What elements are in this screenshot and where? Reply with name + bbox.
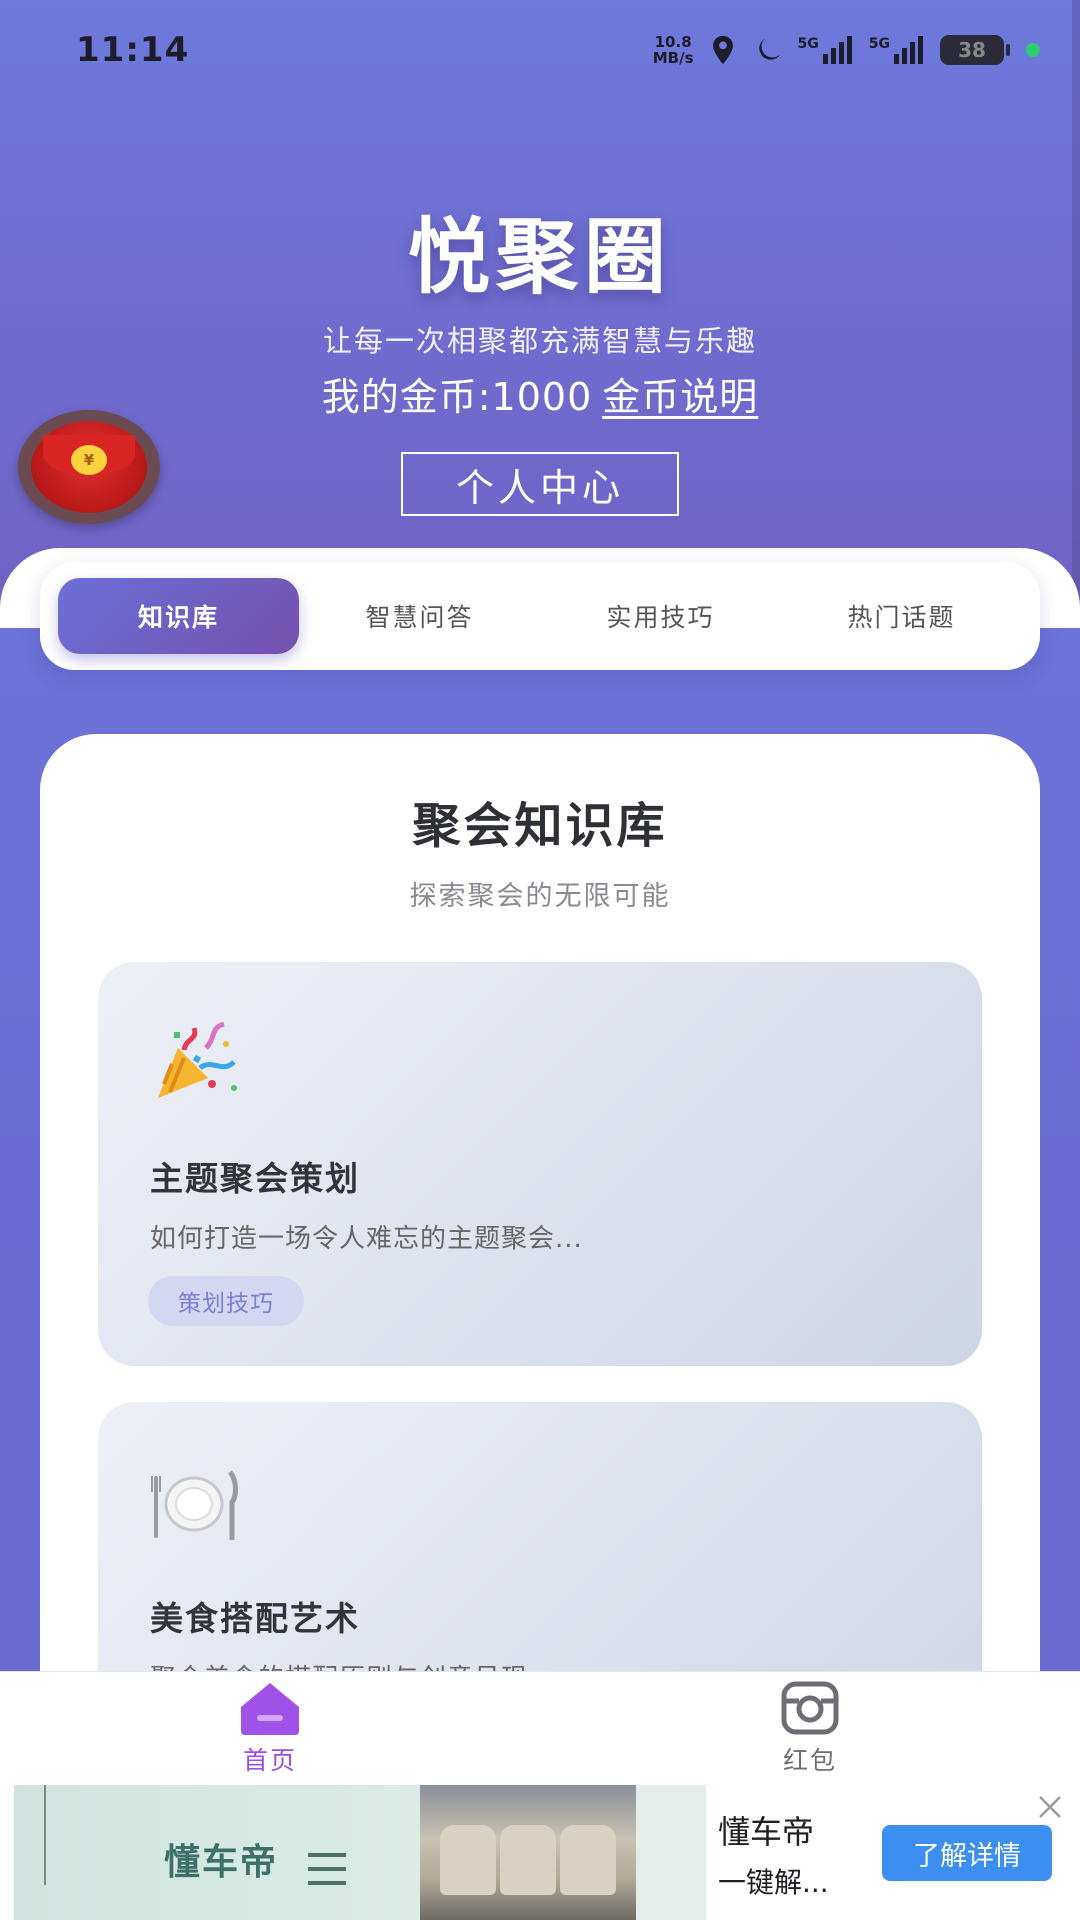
- battery-icon: 38: [940, 35, 1010, 65]
- ad-description: 一键解...: [718, 1866, 829, 1899]
- menu-icon: [308, 1853, 346, 1885]
- tab-knowledge-base[interactable]: 知识库: [58, 578, 299, 654]
- location-icon: [712, 35, 733, 65]
- moon-icon: [758, 38, 780, 60]
- ad-image-edge: [636, 1785, 706, 1920]
- close-icon[interactable]: [1036, 1793, 1064, 1821]
- signal-2-icon: 5G: [869, 36, 928, 64]
- signal-1-icon: 5G: [798, 36, 857, 64]
- signal-1-label: 5G: [797, 36, 819, 52]
- status-icons: 10.8 MB/s 5G 5G 38: [653, 33, 1040, 67]
- section-subtitle: 探索聚会的无限可能: [409, 881, 671, 912]
- tab-practical-tips[interactable]: 实用技巧: [540, 578, 781, 654]
- signal-2-label: 5G: [868, 36, 890, 52]
- car-seat-shape: [500, 1825, 556, 1895]
- ad-left-brand: 懂车帝: [164, 1842, 279, 1883]
- card-description: 如何打造一场令人难忘的主题聚会...: [150, 1224, 583, 1254]
- car-seat-shape: [560, 1825, 616, 1895]
- coins-balance: 我的金币:1000 金币说明: [0, 366, 1080, 421]
- ad-divider: [44, 1785, 46, 1885]
- nav-item-red-packet[interactable]: 红包: [540, 1672, 1080, 1785]
- ad-banner[interactable]: 懂车帝 懂车帝 一键解... 了解详情: [0, 1785, 1080, 1920]
- tab-smart-qa[interactable]: 智慧问答: [299, 578, 540, 654]
- status-bar: 11:14 10.8 MB/s 5G 5G 38: [0, 0, 1080, 100]
- privacy-indicator-icon: [1026, 43, 1040, 57]
- battery-level: 38: [958, 38, 986, 62]
- yuan-coin-icon: ¥: [71, 445, 107, 475]
- red-envelope-icon: ¥: [31, 421, 147, 513]
- tab-bar: 知识库 智慧问答 实用技巧 热门话题: [40, 562, 1040, 670]
- section-title: 聚会知识库: [412, 798, 668, 854]
- app-title: 悦聚圈: [407, 210, 672, 305]
- signal-bars-icon: [894, 36, 923, 64]
- net-speed-value: 10.8: [654, 33, 692, 51]
- ad-brand: 懂车帝: [718, 1813, 815, 1851]
- nav-label-red-packet: 红包: [782, 1745, 837, 1775]
- camera-icon: [781, 1681, 839, 1734]
- ad-learn-more-button[interactable]: 了解详情: [882, 1825, 1052, 1881]
- nav-item-home[interactable]: 首页: [0, 1672, 540, 1785]
- home-icon: [241, 1682, 299, 1735]
- ad-left-panel: 懂车帝: [14, 1785, 420, 1920]
- bottom-navigation: 首页 红包: [0, 1671, 1080, 1785]
- party-popper-icon: [158, 1021, 237, 1098]
- status-time: 11:14: [76, 30, 190, 70]
- floating-red-packet-button[interactable]: ¥: [18, 410, 160, 524]
- net-speed-unit: MB/s: [652, 49, 694, 67]
- app-subtitle: 让每一次相聚都充满智慧与乐趣: [322, 324, 757, 358]
- car-seat-shape: [440, 1825, 496, 1895]
- network-speed: 10.8 MB/s: [653, 34, 694, 66]
- knowledge-card[interactable]: 主题聚会策划 如何打造一场令人难忘的主题聚会... 策划技巧: [98, 962, 982, 1366]
- plate-cutlery-icon: [151, 1470, 238, 1540]
- tab-hot-topics[interactable]: 热门话题: [781, 578, 1022, 654]
- nav-label-home: 首页: [242, 1745, 297, 1775]
- card-title: 主题聚会策划: [150, 1159, 360, 1198]
- signal-bars-icon: [822, 36, 852, 64]
- card-tag[interactable]: 策划技巧: [148, 1276, 304, 1326]
- card-title: 美食搭配艺术: [150, 1599, 360, 1638]
- profile-center-button[interactable]: 个人中心: [401, 452, 679, 516]
- coins-info-link[interactable]: 金币说明: [602, 375, 758, 419]
- ad-car-interior-image: [420, 1785, 636, 1920]
- coins-text: 我的金币:1000: [321, 375, 593, 419]
